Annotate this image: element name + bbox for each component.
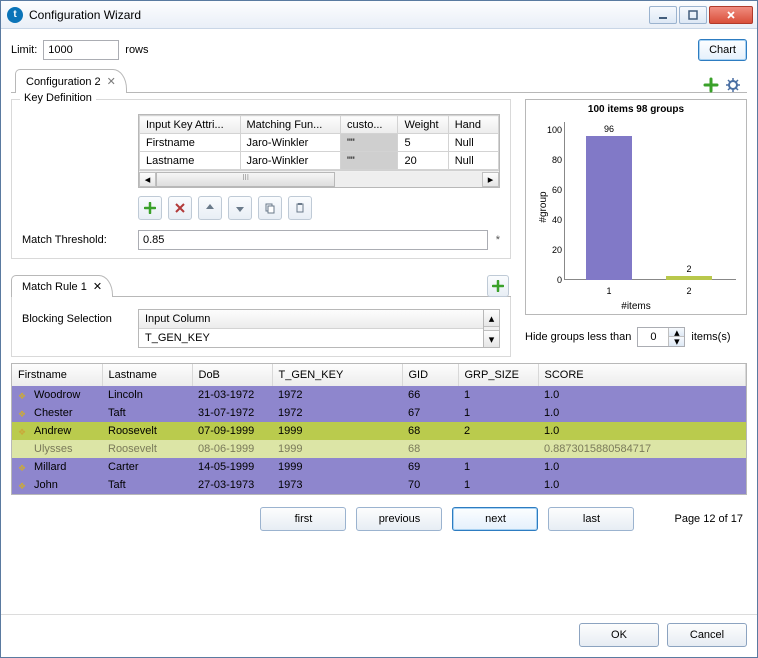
chart-xlabel: #items (526, 301, 746, 312)
table-row[interactable]: WoodrowLincoln21-03-197219726611.0 (12, 386, 746, 404)
app-icon: t (7, 7, 23, 23)
blocking-vscrollbar[interactable]: ▴ ▾ (483, 309, 500, 348)
rows-label: rows (125, 44, 148, 56)
limit-input[interactable] (43, 40, 119, 60)
hide-groups-input[interactable] (638, 328, 668, 346)
scroll-right-icon[interactable]: ▸ (482, 172, 499, 187)
ok-button[interactable]: OK (579, 623, 659, 647)
spinner-down-icon[interactable]: ▾ (668, 337, 684, 346)
match-rule-tabstrip: Match Rule 1 ✕ (11, 271, 511, 297)
window-title: Configuration Wizard (29, 8, 649, 22)
wizard-icon[interactable] (725, 77, 741, 93)
paste-button[interactable] (288, 196, 312, 220)
keydef-hscrollbar[interactable]: ◂ III ▸ (139, 170, 499, 187)
close-icon[interactable]: ✕ (93, 280, 102, 293)
col-weight[interactable]: Weight (398, 116, 448, 134)
hide-groups-label: Hide groups less than (525, 331, 631, 343)
key-definition-legend: Key Definition (20, 92, 96, 104)
table-row[interactable]: ChesterTaft31-07-197219726711.0 (12, 404, 746, 422)
col-score[interactable]: SCORE (538, 364, 746, 386)
row-icon (18, 462, 30, 472)
row-icon (18, 426, 30, 436)
table-row[interactable]: AndrewRoosevelt07-09-199919996821.0 (12, 422, 746, 440)
chart-title: 100 items 98 groups (530, 104, 742, 115)
first-button[interactable]: first (260, 507, 346, 531)
maximize-button[interactable] (679, 6, 707, 24)
chart-bar-2 (666, 276, 712, 280)
row-icon (18, 390, 30, 400)
config-wizard-window: t Configuration Wizard Limit: rows Chart… (0, 0, 758, 658)
delete-row-button[interactable] (168, 196, 192, 220)
col-input-column[interactable]: Input Column (139, 310, 483, 329)
col-firstname[interactable]: Firstname (12, 364, 102, 386)
tab-configuration-2[interactable]: Configuration 2 ✕ (15, 69, 127, 93)
close-icon[interactable]: ✕ (107, 75, 116, 88)
results-table[interactable]: Firstname Lastname DoB T_GEN_KEY GID GRP… (11, 363, 747, 495)
move-down-button[interactable] (228, 196, 252, 220)
tab-label: Match Rule 1 (22, 281, 87, 293)
chart-bar-1 (586, 136, 632, 280)
cancel-button[interactable]: Cancel (667, 623, 747, 647)
chart-button[interactable]: Chart (698, 39, 747, 61)
blocking-row[interactable]: T_GEN_KEY (139, 329, 483, 347)
row-icon (18, 444, 30, 454)
limit-label: Limit: (11, 44, 37, 56)
col-input-key[interactable]: Input Key Attri... (140, 116, 241, 134)
table-row[interactable]: JohnTaft27-03-197319737011.0 (12, 476, 746, 494)
move-up-button[interactable] (198, 196, 222, 220)
page-status: Page 12 of 17 (674, 513, 743, 525)
copy-button[interactable] (258, 196, 282, 220)
last-button[interactable]: last (548, 507, 634, 531)
keydef-row[interactable]: Firstname Jaro-Winkler "" 5 Null (140, 134, 499, 152)
row-icon (18, 480, 30, 490)
col-lastname[interactable]: Lastname (102, 364, 192, 386)
tab-match-rule-1[interactable]: Match Rule 1 ✕ (11, 275, 113, 297)
col-grpsize[interactable]: GRP_SIZE (458, 364, 538, 386)
titlebar: t Configuration Wizard (1, 1, 757, 29)
col-custom[interactable]: custo... (341, 116, 398, 134)
group-chart: 100 items 98 groups #group 0 20 40 60 80… (525, 99, 747, 315)
match-threshold-input[interactable] (138, 230, 488, 250)
col-dob[interactable]: DoB (192, 364, 272, 386)
table-row[interactable]: UlyssesRoosevelt08-06-19991999680.887301… (12, 440, 746, 458)
row-icon (18, 408, 30, 418)
tab-label: Configuration 2 (26, 76, 101, 88)
config-tabstrip: Configuration 2 ✕ (11, 67, 747, 93)
keydef-row[interactable]: Lastname Jaro-Winkler "" 20 Null (140, 152, 499, 170)
col-gid[interactable]: GID (402, 364, 458, 386)
required-icon: * (496, 234, 500, 246)
match-rule-group: Blocking Selection Input Column T_GEN_KE… (11, 297, 511, 357)
close-button[interactable] (709, 6, 753, 24)
match-threshold-label: Match Threshold: (22, 234, 130, 246)
table-row[interactable]: MillardCarter14-05-199919996911.0 (12, 458, 746, 476)
scroll-down-icon[interactable]: ▾ (484, 330, 499, 347)
col-tgenkey[interactable]: T_GEN_KEY (272, 364, 402, 386)
blocking-selection-table[interactable]: Input Column T_GEN_KEY ▴ ▾ (138, 309, 500, 348)
scroll-up-icon[interactable]: ▴ (484, 310, 499, 327)
minimize-button[interactable] (649, 6, 677, 24)
scroll-left-icon[interactable]: ◂ (139, 172, 156, 187)
col-matching-fun[interactable]: Matching Fun... (240, 116, 341, 134)
blocking-selection-label: Blocking Selection (22, 309, 130, 348)
hide-groups-spinner[interactable]: ▴ ▾ (637, 327, 685, 347)
previous-button[interactable]: previous (356, 507, 442, 531)
key-definition-table[interactable]: Input Key Attri... Matching Fun... custo… (138, 114, 500, 188)
col-handle[interactable]: Hand (448, 116, 498, 134)
add-row-button[interactable] (138, 196, 162, 220)
add-config-icon[interactable] (703, 77, 719, 93)
hide-groups-suffix: items(s) (691, 331, 730, 343)
add-rule-button[interactable] (487, 275, 509, 297)
next-button[interactable]: next (452, 507, 538, 531)
key-definition-group: Key Definition Input Key Attri... Matchi… (11, 99, 511, 259)
